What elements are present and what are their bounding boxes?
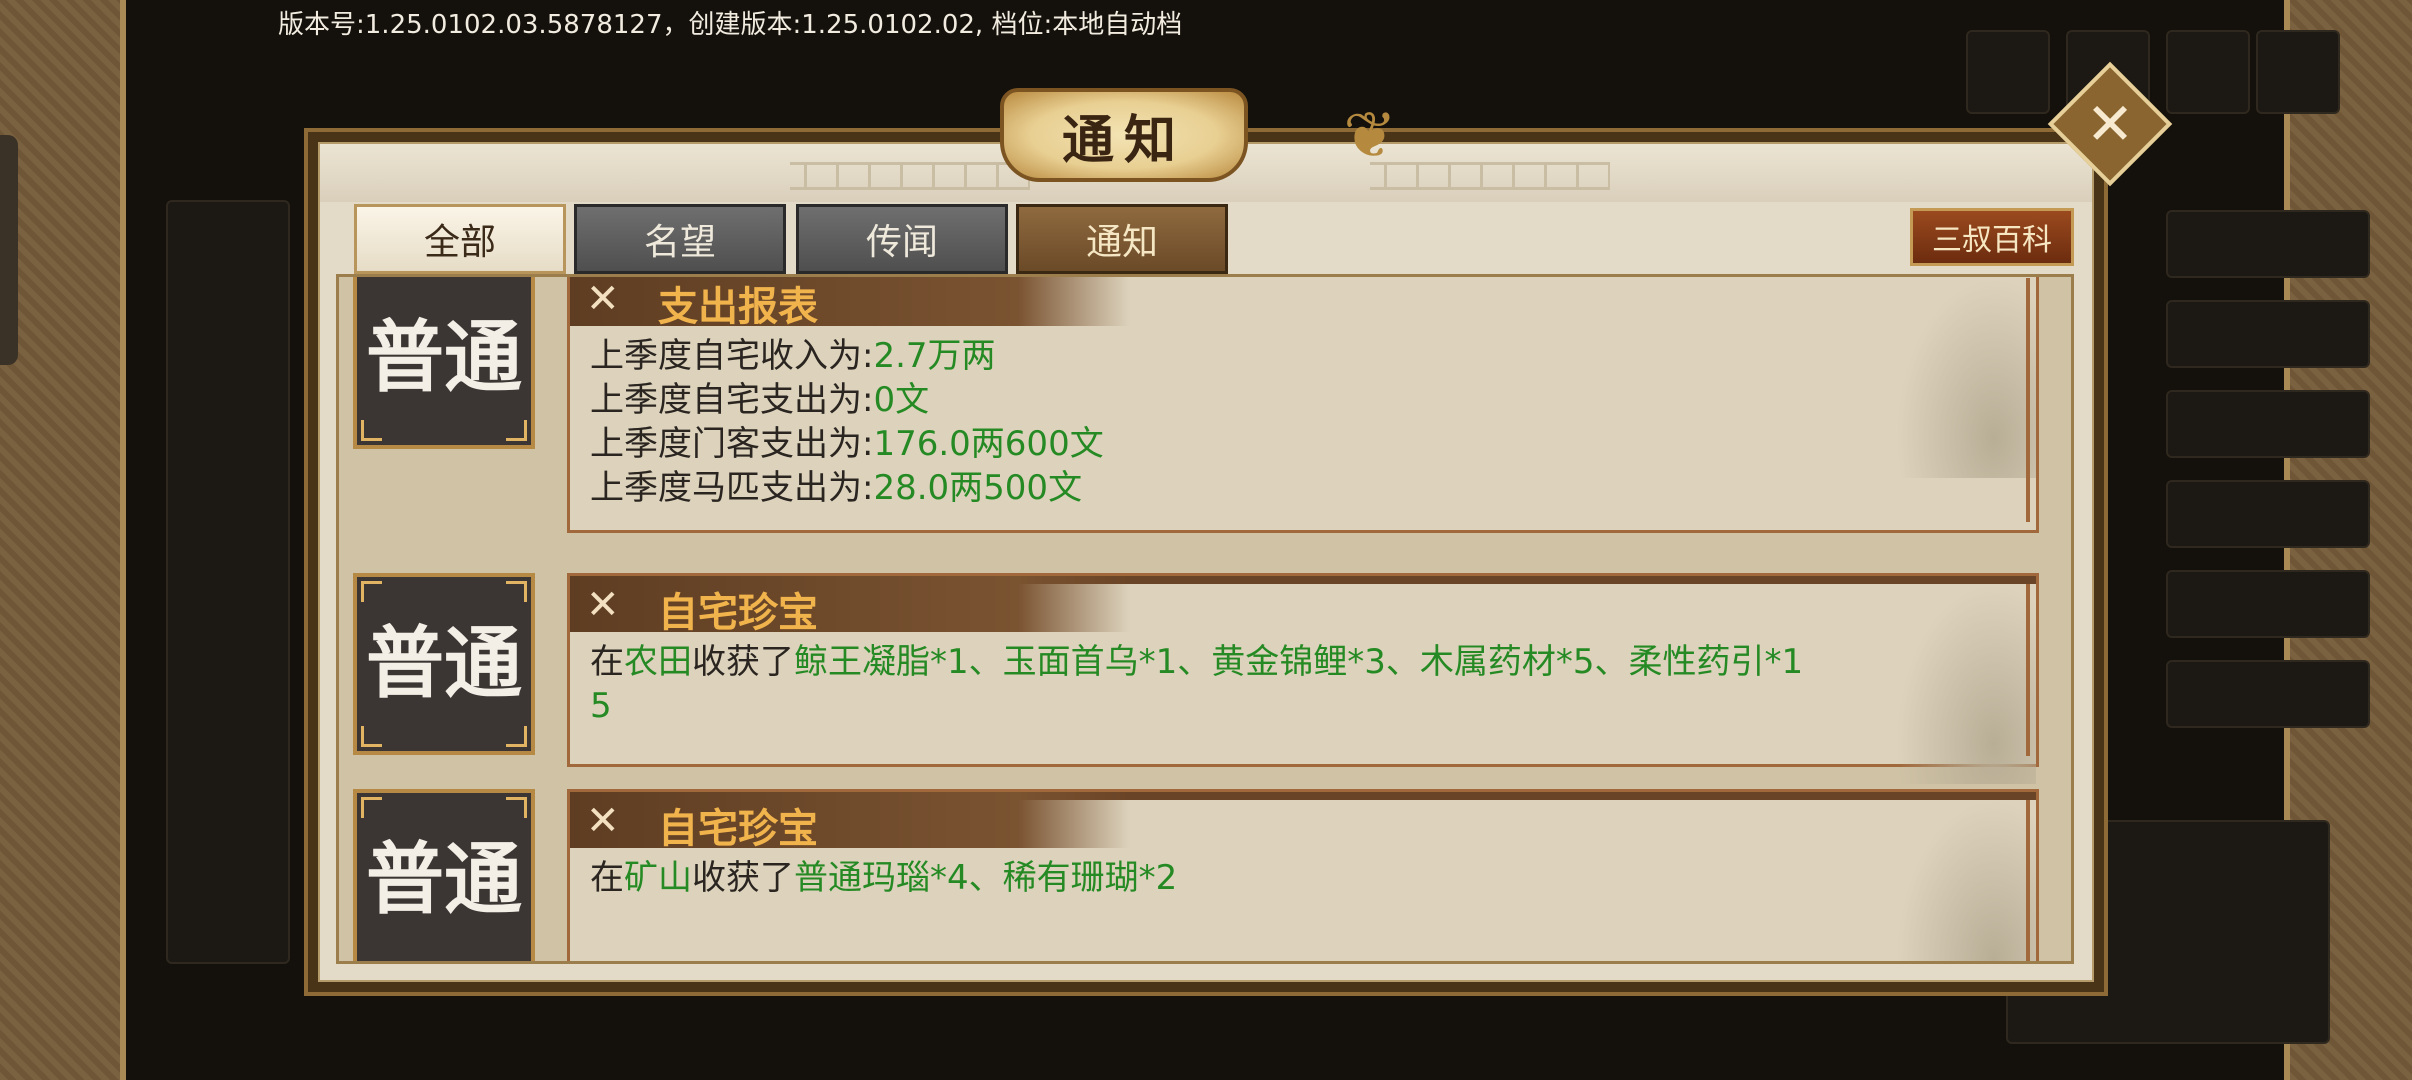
item-list: 普通玛瑙*4、稀有珊瑚*2 [794, 858, 1178, 898]
card-header: ✕ 自宅珍宝 [570, 792, 1130, 852]
tab-all[interactable]: 全部 [354, 204, 566, 274]
crossed-swords-icon: ✕ [586, 582, 620, 628]
dragon-ornament-right-icon: ❦ [1343, 99, 1397, 173]
list-item: 普通 ✕ 自宅珍宝 在农田收获了鲸王凝脂*1、玉面首乌*1、黄金锦鲤*3、木属药… [353, 573, 2053, 784]
badge-label: 普通 [365, 834, 522, 925]
wiki-button[interactable]: 三叔百科 [1910, 208, 2074, 266]
place-name: 矿山 [624, 858, 692, 898]
content-line: 上季度自宅支出为:0文 [590, 378, 1104, 422]
tab-notices-label: 通知 [1085, 222, 1158, 263]
card-title: 支出报表 [658, 284, 818, 330]
wiki-button-label: 三叔百科 [1932, 223, 2052, 258]
line-value: 0文 [873, 380, 930, 420]
bg-side-button [2166, 480, 2370, 548]
card-content: 在矿山收获了普通玛瑙*4、稀有珊瑚*2 [590, 856, 1177, 900]
item-list: 鲸王凝脂*1、玉面首乌*1、黄金锦鲤*3、木属药材*5、柔性药引*1 [794, 642, 1804, 682]
tab-reputation-label: 名望 [643, 222, 716, 263]
bg-side-button [2166, 570, 2370, 638]
bg-menu-icon [2166, 30, 2250, 114]
edge-handle[interactable] [0, 135, 18, 365]
mountain-decoration [1896, 800, 2036, 961]
line-value: 176.0两600文 [873, 424, 1104, 464]
line-value: 28.0两500文 [873, 468, 1083, 508]
text-prefix: 在 [590, 642, 624, 682]
version-info: 版本号:1.25.0102.03.5878127，创建版本:1.25.0102.… [278, 10, 1183, 40]
badge-label: 普通 [365, 312, 522, 403]
mountain-decoration [1896, 584, 2036, 784]
message-list[interactable]: 普通 ✕ 支出报表 上季度自宅收入为:2.7万两 上季度自宅支出为:0文 上季度… [336, 274, 2074, 964]
badge-normal-icon: 普通 [353, 573, 535, 755]
content-line: 上季度门客支出为:176.0两600文 [590, 422, 1104, 466]
tab-all-label: 全部 [423, 222, 496, 263]
crossed-swords-icon: ✕ [586, 276, 620, 322]
message-card: ✕ 支出报表 上季度自宅收入为:2.7万两 上季度自宅支出为:0文 上季度门客支… [567, 276, 2039, 533]
card-title: 自宅珍宝 [658, 806, 818, 852]
content-line: 上季度马匹支出为:28.0两500文 [590, 466, 1104, 510]
content-line: 5 [590, 684, 1803, 728]
card-header: ✕ 自宅珍宝 [570, 576, 1130, 636]
text-verb: 收获了 [692, 858, 794, 898]
tab-notices[interactable]: 通知 [1016, 204, 1228, 274]
crossed-swords-icon: ✕ [586, 798, 620, 844]
item-list-continued: 5 [590, 686, 612, 726]
mountain-decoration [1896, 278, 2036, 478]
card-content: 在农田收获了鲸王凝脂*1、玉面首乌*1、黄金锦鲤*3、木属药材*5、柔性药引*1… [590, 640, 1803, 728]
line-label: 上季度自宅收入为: [590, 336, 874, 376]
bg-menu-icon [1966, 30, 2050, 114]
list-item: 普通 ✕ 自宅珍宝 在矿山收获了普通玛瑙*4、稀有珊瑚*2 [353, 789, 2053, 961]
tab-rumors-label: 传闻 [865, 222, 938, 263]
line-label: 上季度自宅支出为: [590, 380, 874, 420]
bg-side-button [2166, 390, 2370, 458]
tab-rumors[interactable]: 传闻 [796, 204, 1008, 274]
line-value: 2.7万两 [873, 336, 996, 376]
dialog-title: 通知 [1061, 109, 1186, 171]
content-line: 在矿山收获了普通玛瑙*4、稀有珊瑚*2 [590, 856, 1177, 900]
dialog-title-plaque: 通知 [1000, 88, 1248, 182]
bg-side-button [2166, 210, 2370, 278]
tab-reputation[interactable]: 名望 [574, 204, 786, 274]
card-title: 自宅珍宝 [658, 590, 818, 636]
badge-normal-icon: 普通 [353, 277, 535, 449]
list-item: 普通 ✕ 支出报表 上季度自宅收入为:2.7万两 上季度自宅支出为:0文 上季度… [353, 276, 2053, 551]
card-content: 上季度自宅收入为:2.7万两 上季度自宅支出为:0文 上季度门客支出为:176.… [590, 334, 1104, 510]
message-card: ✕ 自宅珍宝 在矿山收获了普通玛瑙*4、稀有珊瑚*2 [567, 789, 2039, 961]
close-icon[interactable]: ✕ [2066, 80, 2154, 168]
badge-normal-icon: 普通 [353, 789, 535, 961]
scroll-edge [2026, 800, 2030, 961]
badge-label: 普通 [365, 618, 522, 709]
place-name: 农田 [624, 642, 692, 682]
bg-left-panel [166, 200, 290, 964]
line-label: 上季度马匹支出为: [590, 468, 874, 508]
scroll-edge [2026, 584, 2030, 756]
scroll-edge [2026, 278, 2030, 522]
bg-menu-icon [2256, 30, 2340, 114]
text-prefix: 在 [590, 858, 624, 898]
text-verb: 收获了 [692, 642, 794, 682]
content-line: 在农田收获了鲸王凝脂*1、玉面首乌*1、黄金锦鲤*3、木属药材*5、柔性药引*1 [590, 640, 1803, 684]
message-card: ✕ 自宅珍宝 在农田收获了鲸王凝脂*1、玉面首乌*1、黄金锦鲤*3、木属药材*5… [567, 573, 2039, 784]
line-label: 上季度门客支出为: [590, 424, 874, 464]
left-border-texture [0, 0, 126, 1080]
bg-side-button [2166, 300, 2370, 368]
bg-side-button [2166, 660, 2370, 728]
card-header: ✕ 支出报表 [570, 276, 1130, 330]
content-line: 上季度自宅收入为:2.7万两 [590, 334, 1104, 378]
